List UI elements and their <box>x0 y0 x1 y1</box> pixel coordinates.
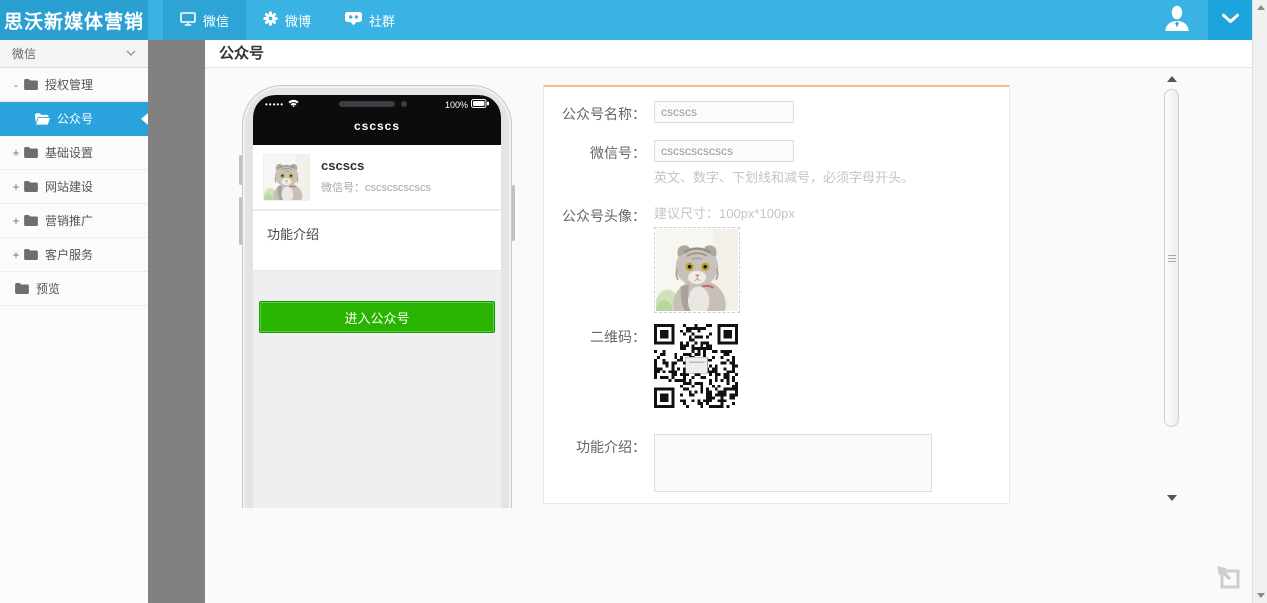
app-logo: 思沃新媒体营销 <box>0 0 148 40</box>
sidebar-item-label: 授权管理 <box>45 76 93 93</box>
collapse-toggle[interactable]: - <box>10 78 22 92</box>
sidebar-header-label: 微信 <box>12 45 36 62</box>
intro-label: 功能介绍： <box>544 434 646 457</box>
scrollbar-down-arrow-icon[interactable] <box>1257 593 1265 598</box>
folder-icon <box>24 249 38 260</box>
content-area: ••••• 100% <box>205 68 1252 603</box>
user-menu-button[interactable] <box>1146 0 1208 40</box>
phone-screen: ••••• 100% <box>253 95 501 508</box>
phone-side-button <box>239 155 242 185</box>
folder-icon <box>24 181 38 192</box>
scroll-up-arrow-icon[interactable] <box>1167 76 1177 82</box>
application-window: 思沃新媒体营销 微信 微博 <box>0 0 1267 603</box>
folder-icon <box>15 283 29 294</box>
phone-side-button <box>512 185 515 241</box>
account-name-input[interactable] <box>654 101 794 123</box>
phone-preview: ••••• 100% <box>239 85 515 508</box>
tab-community[interactable]: 社群 <box>328 0 412 40</box>
wechat-id-input[interactable] <box>654 140 794 162</box>
expand-toggle[interactable]: + <box>10 214 22 228</box>
sidebar-item-label: 基础设置 <box>45 144 93 161</box>
browser-scrollbar[interactable] <box>1252 0 1267 603</box>
expand-toggle[interactable]: + <box>10 248 22 262</box>
page-title: 公众号 <box>205 40 1252 68</box>
tab-label: 社群 <box>369 11 395 30</box>
sidebar-item-customer-service[interactable]: + 客户服务 <box>0 238 148 272</box>
sidebar-item-label: 客户服务 <box>45 246 93 263</box>
signal-dots: ••••• <box>265 100 284 109</box>
account-name: cscscs <box>321 158 431 173</box>
phone-speaker-slot <box>339 101 395 107</box>
topbar-tabs: 微信 微博 社群 <box>163 0 412 40</box>
intro-textarea[interactable] <box>654 434 932 492</box>
user-avatar-icon <box>1164 4 1190 36</box>
enter-account-button[interactable]: 进入公众号 <box>259 301 495 333</box>
sidebar-item-official-account[interactable]: 公众号 <box>0 102 148 136</box>
phone-camera-dot <box>401 101 407 107</box>
account-wechat-id: 微信号：cscscscscscs <box>321 179 431 195</box>
collapse-header-button[interactable] <box>1208 0 1252 40</box>
scrollbar-up-arrow-icon[interactable] <box>1257 5 1265 10</box>
tab-weibo[interactable]: 微博 <box>246 0 328 40</box>
folder-icon <box>24 79 38 90</box>
active-caret-icon <box>141 113 148 125</box>
account-name-label: 公众号名称： <box>544 101 646 124</box>
battery-percent: 100% <box>445 100 468 110</box>
wechat-id-hint: 英文、数字、下划线和减号，必须字母开头。 <box>654 167 914 186</box>
topbar: 思沃新媒体营销 微信 微博 <box>0 0 1252 40</box>
sidebar-divider-column <box>148 40 205 603</box>
scroll-down-arrow-icon[interactable] <box>1167 495 1177 501</box>
sidebar-item-label: 营销推广 <box>45 212 93 229</box>
account-avatar-image <box>263 154 310 201</box>
scrollbar-thumb[interactable] <box>1164 89 1179 427</box>
sidebar: 微信 - 授权管理 公众号 <box>0 40 148 603</box>
sidebar-item-label: 预览 <box>36 280 60 297</box>
gear-icon <box>263 11 278 29</box>
sidebar-item-label: 网站建设 <box>45 178 93 195</box>
function-intro-section: 功能介绍 <box>253 211 501 271</box>
phone-side-button <box>239 197 242 245</box>
qrcode-label: 二维码： <box>544 324 646 347</box>
qr-code-image <box>654 324 738 408</box>
sidebar-header[interactable]: 微信 <box>0 40 148 68</box>
main-panel: 公众号 ••••• <box>205 40 1252 603</box>
sidebar-item-auth-management[interactable]: - 授权管理 <box>0 68 148 102</box>
community-icon <box>345 12 362 29</box>
account-profile-card: cscscs 微信号：cscscscscscs <box>253 145 501 211</box>
expand-toggle[interactable]: + <box>10 146 22 160</box>
tab-label: 微信 <box>203 11 229 30</box>
sidebar-item-label: 公众号 <box>57 110 93 127</box>
tab-wechat[interactable]: 微信 <box>163 0 246 40</box>
phone-statusbar: ••••• 100% <box>253 95 501 145</box>
back-to-top-button[interactable] <box>1214 563 1244 593</box>
folder-icon <box>24 147 38 158</box>
chevron-down-icon <box>1221 11 1240 29</box>
account-form: 公众号名称： 微信号： 英文、数字、下划线和减号，必须字母开头。 <box>543 85 1010 504</box>
monitor-icon <box>180 12 196 29</box>
chevron-down-icon <box>126 48 136 59</box>
avatar-label: 公众号头像： <box>544 203 646 226</box>
battery-icon <box>471 99 489 110</box>
content-scrollbar[interactable] <box>1163 76 1181 505</box>
expand-toggle[interactable]: + <box>10 180 22 194</box>
sidebar-item-basic-settings[interactable]: + 基础设置 <box>0 136 148 170</box>
back-to-top-icon <box>1214 563 1244 593</box>
sidebar-item-website[interactable]: + 网站建设 <box>0 170 148 204</box>
avatar-image <box>656 229 738 311</box>
folder-icon <box>24 215 38 226</box>
avatar-size-hint: 建议尺寸：100px*100px <box>654 203 795 222</box>
tab-label: 微博 <box>285 11 311 30</box>
wechat-id-label: 微信号： <box>544 140 646 163</box>
folder-open-icon <box>35 113 50 125</box>
avatar-upload-box[interactable] <box>654 227 740 313</box>
sidebar-item-marketing[interactable]: + 营销推广 <box>0 204 148 238</box>
sidebar-item-preview[interactable]: 预览 <box>0 272 148 306</box>
wifi-icon <box>288 99 299 109</box>
